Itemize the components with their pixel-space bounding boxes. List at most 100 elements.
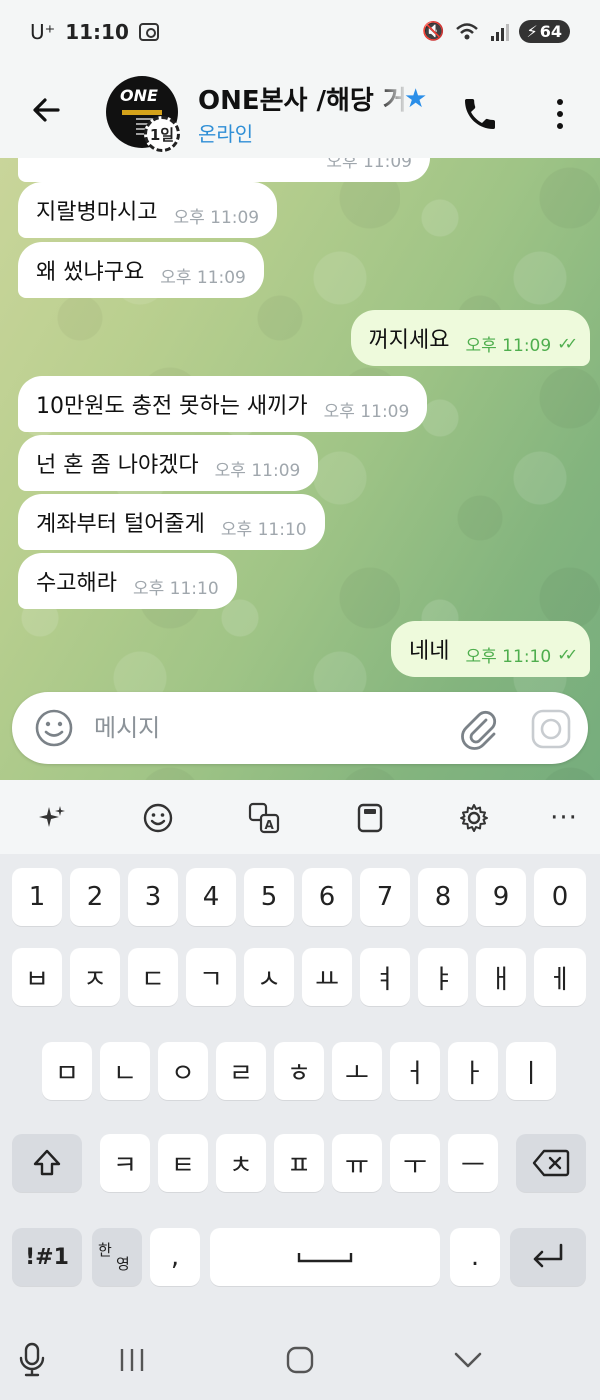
message-bubble-outgoing[interactable]: 네네 오후 11:10 ✓✓ xyxy=(391,621,590,677)
message-bubble-incoming[interactable]: 수고해라 오후 11:10 xyxy=(18,553,237,609)
symbols-key[interactable]: !#1 xyxy=(12,1228,82,1286)
message-bubble-incoming[interactable]: 왜 썼냐구요 오후 11:09 xyxy=(18,242,264,298)
chat-header: ONE 1일 ONE본사 /해당 거 ★ 온라인 xyxy=(0,66,600,158)
shift-key[interactable] xyxy=(12,1134,82,1192)
key-8[interactable]: 8 xyxy=(418,868,468,926)
message-text: 지랄병마시고 xyxy=(36,200,158,225)
key-n[interactable]: ㄴ xyxy=(100,1042,150,1100)
shift-arrow-icon xyxy=(33,1149,61,1176)
message-bubble-incoming[interactable]: 계좌부터 털어줄게 오후 11:10 xyxy=(18,494,325,550)
backspace-key[interactable] xyxy=(516,1134,586,1192)
key-yeo[interactable]: ㅕ xyxy=(360,948,410,1006)
smiley-icon xyxy=(35,709,73,747)
story-badge[interactable]: 1일 xyxy=(144,116,180,152)
message-bubble-incoming[interactable]: 지랄병마시고 오후 11:09 xyxy=(18,182,278,238)
key-r[interactable]: ㄹ xyxy=(216,1042,266,1100)
home-button[interactable] xyxy=(280,1342,320,1378)
message-composer xyxy=(12,692,588,764)
avatar-logo: ONE xyxy=(120,86,158,105)
more-options-button[interactable]: ··· xyxy=(542,796,586,840)
dots-vertical-icon xyxy=(557,99,563,105)
ai-tools-button[interactable] xyxy=(30,796,74,840)
key-u[interactable]: ㅜ xyxy=(390,1134,440,1192)
key-yu[interactable]: ㅠ xyxy=(332,1134,382,1192)
key-o[interactable]: ㅗ xyxy=(332,1042,382,1100)
key-2[interactable]: 2 xyxy=(70,868,120,926)
key-s[interactable]: ㅅ xyxy=(244,948,294,1006)
keyboard: 1 2 3 4 5 6 7 8 9 0 ㅂ ㅈ ㄷ ㄱ ㅅ ㅛ ㅕ ㅑ ㅐ ㅔ … xyxy=(0,854,600,1320)
key-k[interactable]: ㅋ xyxy=(100,1134,150,1192)
message-input[interactable] xyxy=(94,708,434,748)
key-7[interactable]: 7 xyxy=(360,868,410,926)
key-1[interactable]: 1 xyxy=(12,868,62,926)
key-eo[interactable]: ㅓ xyxy=(390,1042,440,1100)
charging-icon: ⚡ xyxy=(526,22,538,41)
hide-keyboard-button[interactable] xyxy=(448,1342,488,1378)
read-check-icon: ✓✓ xyxy=(557,644,578,664)
key-ae[interactable]: ㅐ xyxy=(476,948,526,1006)
lang-english-label: 영 xyxy=(116,1255,130,1273)
smiley-icon xyxy=(143,803,173,833)
key-m[interactable]: ㅁ xyxy=(42,1042,92,1100)
key-h[interactable]: ㅎ xyxy=(274,1042,324,1100)
chat-title[interactable]: ONE본사 /해당 거 xyxy=(198,80,408,117)
key-t[interactable]: ㅌ xyxy=(158,1134,208,1192)
chat-area[interactable]: 오후 11:09 지랄병마시고 오후 11:09 왜 썼냐구요 오후 11:09… xyxy=(0,158,600,780)
camera-button[interactable] xyxy=(530,708,572,750)
space-key[interactable] xyxy=(210,1228,440,1286)
message-time: 오후 11:10 xyxy=(465,646,552,667)
message-text: 네네 xyxy=(409,639,450,664)
voice-input-button[interactable] xyxy=(12,1342,52,1378)
attach-button[interactable] xyxy=(458,706,498,750)
message-text: 넌 혼 좀 나야겠다 xyxy=(36,453,199,478)
message-bubble-partial[interactable]: 오후 11:09 xyxy=(18,158,430,182)
clipboard-button[interactable] xyxy=(348,796,392,840)
recents-icon xyxy=(120,1349,144,1371)
key-yo[interactable]: ㅛ xyxy=(302,948,352,1006)
read-check-icon: ✓✓ xyxy=(557,333,578,353)
clock: 11:10 xyxy=(65,20,129,44)
key-b[interactable]: ㅂ xyxy=(12,948,62,1006)
key-ng[interactable]: ㅇ xyxy=(158,1042,208,1100)
system-nav-bar xyxy=(0,1320,600,1400)
status-bar: U⁺ 11:10 🔇 ⚡ 64 xyxy=(0,0,600,66)
language-switch-key[interactable]: 한 영 xyxy=(92,1228,142,1286)
key-j[interactable]: ㅈ xyxy=(70,948,120,1006)
key-g[interactable]: ㄱ xyxy=(186,948,236,1006)
signal-icon xyxy=(490,23,509,41)
key-ch[interactable]: ㅊ xyxy=(216,1134,266,1192)
message-bubble-outgoing[interactable]: 꺼지세요 오후 11:09 ✓✓ xyxy=(350,310,590,366)
keyboard-settings-button[interactable] xyxy=(452,796,496,840)
battery-level: 64 xyxy=(539,22,562,41)
message-text: 10만원도 충전 못하는 새끼가 xyxy=(36,394,308,419)
key-a[interactable]: ㅏ xyxy=(448,1042,498,1100)
call-button[interactable] xyxy=(460,94,500,134)
arrow-left-icon xyxy=(33,98,60,122)
message-bubble-incoming[interactable]: 10만원도 충전 못하는 새끼가 오후 11:09 xyxy=(18,376,428,432)
key-i[interactable]: ㅣ xyxy=(506,1042,556,1100)
key-e[interactable]: ㅔ xyxy=(534,948,586,1006)
key-9[interactable]: 9 xyxy=(476,868,526,926)
message-bubble-incoming[interactable]: 넌 혼 좀 나야겠다 오후 11:09 xyxy=(18,435,319,491)
period-key[interactable]: . xyxy=(450,1228,500,1286)
recent-apps-button[interactable] xyxy=(112,1342,152,1378)
key-eu[interactable]: ㅡ xyxy=(448,1134,498,1192)
key-4[interactable]: 4 xyxy=(186,868,236,926)
camera-icon xyxy=(531,709,571,749)
key-p[interactable]: ㅍ xyxy=(274,1134,324,1192)
key-6[interactable]: 6 xyxy=(302,868,352,926)
comma-key[interactable]: , xyxy=(150,1228,200,1286)
emoji-button[interactable] xyxy=(34,708,74,748)
enter-key[interactable] xyxy=(510,1228,586,1286)
key-ya[interactable]: ㅑ xyxy=(418,948,468,1006)
more-menu-button[interactable] xyxy=(548,94,572,134)
emoji-keyboard-button[interactable] xyxy=(136,796,180,840)
key-0[interactable]: 0 xyxy=(534,868,586,926)
key-d[interactable]: ㄷ xyxy=(128,948,178,1006)
key-3[interactable]: 3 xyxy=(128,868,178,926)
key-5[interactable]: 5 xyxy=(244,868,294,926)
back-button[interactable] xyxy=(26,90,66,130)
translate-button[interactable]: A xyxy=(242,796,286,840)
message-time: 오후 11:09 xyxy=(326,158,412,172)
sparkle-icon xyxy=(39,806,65,827)
